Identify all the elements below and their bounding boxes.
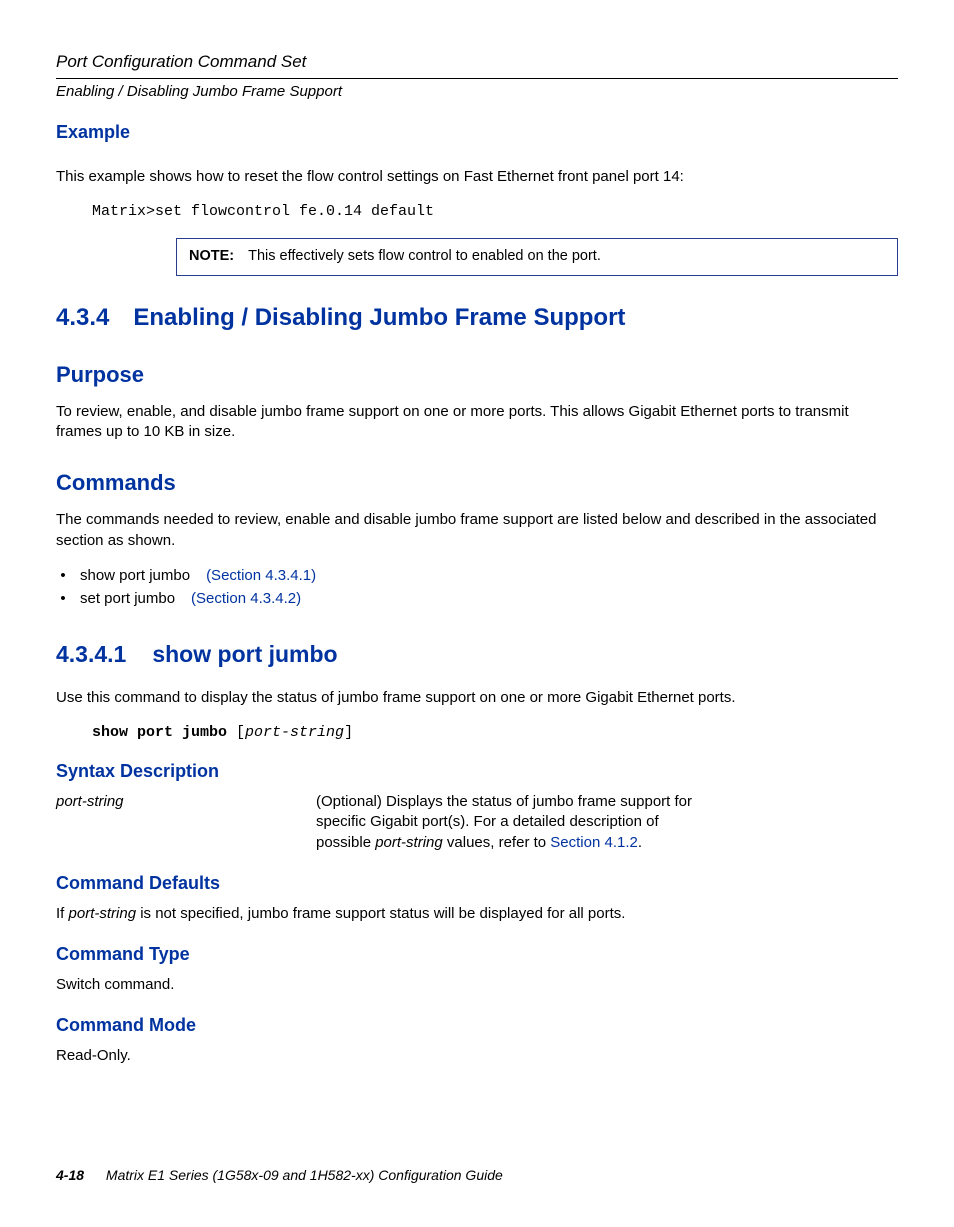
param-description: (Optional) Displays the status of jumbo … <box>316 792 898 853</box>
param-desc-line: possible <box>316 834 375 851</box>
section-heading: 4.3.4 Enabling / Disabling Jumbo Frame S… <box>56 304 898 332</box>
text-fragment: is not specified, jumbo frame support st… <box>136 905 625 922</box>
page-footer: 4-18 Matrix E1 Series (1G58x-09 and 1H58… <box>56 1167 503 1183</box>
example-code: Matrix>set flowcontrol fe.0.14 default <box>92 203 898 220</box>
param-desc-line: values, refer to <box>443 834 551 851</box>
command-syntax: show port jumbo [port-string] <box>92 724 898 741</box>
running-title: Port Configuration Command Set <box>56 52 898 72</box>
cross-reference-link[interactable]: Section 4.1.2 <box>550 834 638 851</box>
section-title: Enabling / Disabling Jumbo Frame Support <box>133 304 625 332</box>
heading-command-defaults: Command Defaults <box>56 873 898 894</box>
command-name: show port jumbo <box>80 567 190 584</box>
command-defaults-text: If port-string is not specified, jumbo f… <box>56 904 898 924</box>
running-subtitle: Enabling / Disabling Jumbo Frame Support <box>56 83 898 100</box>
page-number: 4-18 <box>56 1167 84 1183</box>
list-item: • show port jumbo (Section 4.3.4.1) <box>56 567 898 584</box>
command-description: Use this command to display the status o… <box>56 688 898 708</box>
param-desc-line: (Optional) Displays the status of jumbo … <box>316 793 692 810</box>
commands-list: • show port jumbo (Section 4.3.4.1) • se… <box>56 567 898 607</box>
command-heading: 4.3.4.1 show port jumbo <box>56 641 898 668</box>
command-number: 4.3.4.1 <box>56 641 126 668</box>
command-mode-text: Read-Only. <box>56 1046 898 1066</box>
note-body: This effectively sets flow control to en… <box>248 247 885 267</box>
guide-title: Matrix E1 Series (1G58x-09 and 1H582-xx)… <box>106 1167 503 1183</box>
syntax-description-row: port-string (Optional) Displays the stat… <box>56 792 898 853</box>
bullet-icon: • <box>56 567 70 584</box>
commands-intro: The commands needed to review, enable an… <box>56 510 898 551</box>
heading-example: Example <box>56 122 898 143</box>
header-rule <box>56 78 898 79</box>
command-type-text: Switch command. <box>56 975 898 995</box>
text-fragment: If <box>56 905 69 922</box>
param-name: port-string <box>56 792 316 853</box>
command-title: show port jumbo <box>152 641 337 668</box>
section-number: 4.3.4 <box>56 304 109 332</box>
heading-purpose: Purpose <box>56 362 898 388</box>
param-desc-line: . <box>638 834 642 851</box>
example-text: This example shows how to reset the flow… <box>56 167 898 187</box>
note-box: NOTE: This effectively sets flow control… <box>176 238 898 276</box>
heading-commands: Commands <box>56 470 898 496</box>
purpose-text: To review, enable, and disable jumbo fra… <box>56 402 898 443</box>
note-label: NOTE: <box>189 247 234 267</box>
text-italic: port-string <box>69 905 137 922</box>
cross-reference-link[interactable]: (Section 4.3.4.1) <box>206 567 316 584</box>
cross-reference-link[interactable]: (Section 4.3.4.2) <box>191 590 301 607</box>
heading-command-type: Command Type <box>56 944 898 965</box>
heading-command-mode: Command Mode <box>56 1015 898 1036</box>
bullet-icon: • <box>56 590 70 607</box>
param-desc-line: specific Gigabit port(s). For a detailed… <box>316 813 659 830</box>
param-desc-italic: port-string <box>375 834 443 851</box>
command-name: set port jumbo <box>80 590 175 607</box>
heading-syntax-description: Syntax Description <box>56 761 898 782</box>
list-item: • set port jumbo (Section 4.3.4.2) <box>56 590 898 607</box>
